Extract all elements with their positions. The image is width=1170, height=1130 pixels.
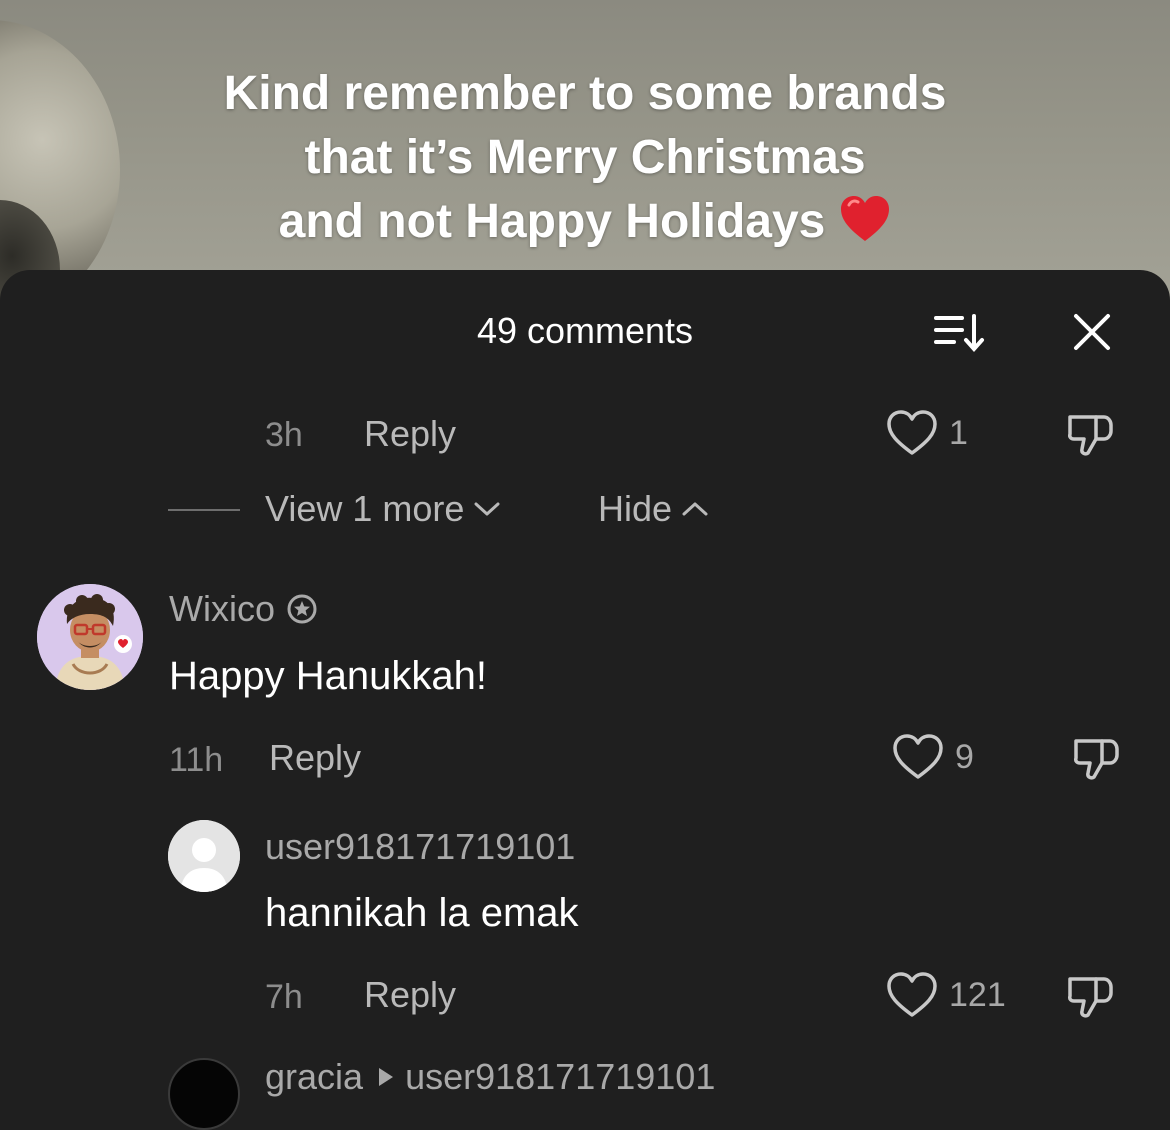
avatar[interactable] <box>168 820 240 892</box>
thumbs-down-icon[interactable] <box>1070 733 1124 785</box>
thumbs-down-icon[interactable] <box>1064 409 1118 461</box>
next-reply-header[interactable]: gracia user918171719101 <box>265 1056 715 1098</box>
video-caption: Kind remember to some brands that it’s M… <box>0 62 1170 254</box>
next-reply-to-username: user918171719101 <box>405 1056 716 1097</box>
reply-text: hannikah la emak <box>265 891 579 935</box>
prev-reply-button[interactable]: Reply <box>364 413 456 455</box>
comment-reply-button[interactable]: Reply <box>269 737 361 779</box>
close-icon[interactable] <box>1068 308 1116 356</box>
caption-line-3-text: and not Happy Holidays <box>278 195 826 248</box>
caption-line-3: and not Happy Holidays <box>0 190 1170 254</box>
reply-time: 7h <box>265 978 303 1016</box>
chevron-down-icon <box>474 502 500 516</box>
heart-outline-icon <box>887 410 937 455</box>
hide-replies-button[interactable]: Hide <box>598 488 710 530</box>
sort-icon[interactable] <box>930 310 990 356</box>
avatar[interactable] <box>37 584 143 690</box>
comment-text: Happy Hanukkah! <box>169 654 487 698</box>
star-badge-icon <box>287 594 317 624</box>
comment-like-count: 9 <box>955 737 974 776</box>
comment-username[interactable]: Wixico <box>169 588 317 630</box>
view-more-label: View 1 more <box>265 488 465 529</box>
reply-reply-button[interactable]: Reply <box>364 974 456 1016</box>
comment-like-button[interactable]: 9 <box>891 732 974 782</box>
caption-line-2: that it’s Merry Christmas <box>304 131 866 184</box>
reply-like-count: 121 <box>949 975 1006 1014</box>
avatar[interactable] <box>168 1058 240 1130</box>
prev-reply-time: 3h <box>265 416 303 454</box>
reply-like-button[interactable]: 121 <box>885 970 1006 1020</box>
thread-divider-line <box>168 509 240 511</box>
thumbs-down-icon[interactable] <box>1064 971 1118 1023</box>
comments-sheet: 49 comments 3h Reply 1 View 1 more Hide … <box>0 270 1170 1130</box>
reply-username[interactable]: user918171719101 <box>265 826 575 868</box>
heart-outline-icon <box>893 734 943 779</box>
view-more-replies-button[interactable]: View 1 more <box>265 488 502 530</box>
prev-reply-like-count: 1 <box>949 413 968 452</box>
video-background[interactable]: Kind remember to some brands that it’s M… <box>0 0 1170 300</box>
next-reply-username: gracia <box>265 1056 364 1097</box>
heart-emoji <box>841 196 890 241</box>
hide-label: Hide <box>598 488 673 529</box>
chevron-up-icon <box>682 502 708 516</box>
reply-arrow-icon <box>379 1068 394 1086</box>
heart-outline-icon <box>887 972 937 1017</box>
prev-reply-like-button[interactable]: 1 <box>885 408 968 458</box>
comment-username-text: Wixico <box>169 588 275 629</box>
comments-count-title: 49 comments <box>476 310 694 351</box>
caption-line-1: Kind remember to some brands <box>223 67 947 120</box>
comment-time: 11h <box>169 741 224 779</box>
